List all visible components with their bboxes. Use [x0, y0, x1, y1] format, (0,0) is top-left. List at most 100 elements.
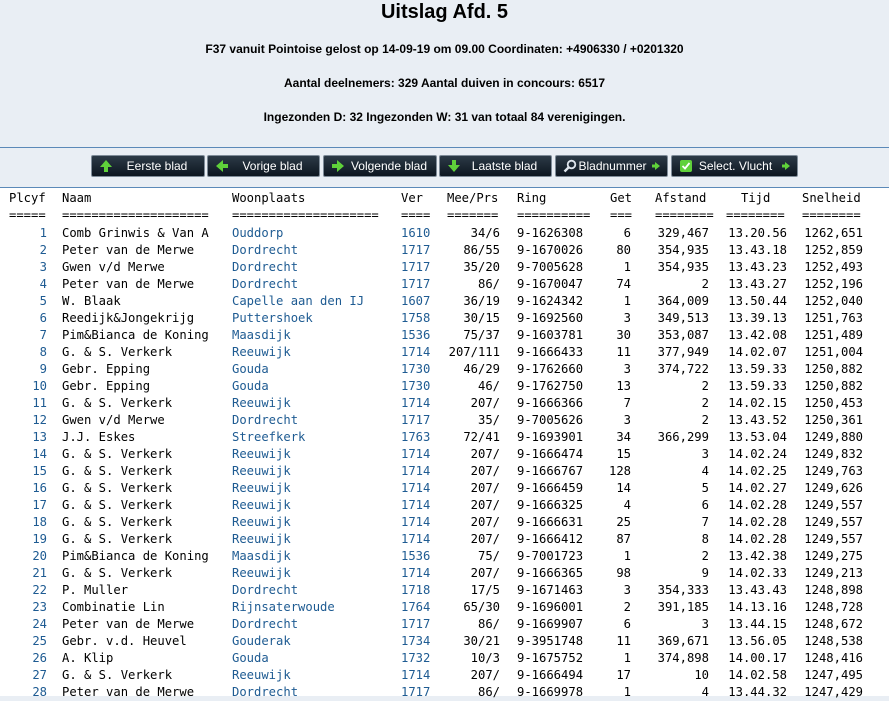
- cell-ver[interactable]: 1717: [401, 684, 435, 701]
- cell-ver[interactable]: 1764: [401, 599, 435, 616]
- cell-woonplaats[interactable]: Dordrecht: [232, 684, 397, 701]
- cell-plcyf[interactable]: 7: [0, 327, 47, 344]
- cell-ver[interactable]: 1717: [401, 616, 435, 633]
- cell-plcyf[interactable]: 15: [0, 463, 47, 480]
- cell-woonplaats[interactable]: Puttershoek: [232, 310, 397, 327]
- cell-plcyf[interactable]: 18: [0, 514, 47, 531]
- cell-get: 3: [623, 362, 631, 376]
- cell-woonplaats[interactable]: Maasdijk: [232, 327, 397, 344]
- cell-ver[interactable]: 1717: [401, 412, 435, 429]
- select-flight-button[interactable]: Select. Vlucht: [671, 155, 798, 177]
- cell-woonplaats[interactable]: Dordrecht: [232, 276, 397, 293]
- page-number-button[interactable]: Bladnummer: [555, 155, 668, 177]
- cell-ver[interactable]: 1717: [401, 242, 435, 259]
- cell-plcyf[interactable]: 1: [0, 225, 47, 242]
- cell-plcyf[interactable]: 4: [0, 276, 47, 293]
- last-page-button[interactable]: Laatste blad: [439, 155, 552, 177]
- cell-ver[interactable]: 1734: [401, 633, 435, 650]
- cell-plcyf[interactable]: 14: [0, 446, 47, 463]
- cell-woonplaats[interactable]: Maasdijk: [232, 548, 397, 565]
- cell-ver[interactable]: 1714: [401, 395, 435, 412]
- cell-woonplaats[interactable]: Dordrecht: [232, 242, 397, 259]
- cell-plcyf[interactable]: 8: [0, 344, 47, 361]
- cell-woonplaats[interactable]: Reeuwijk: [232, 531, 397, 548]
- col-get: Get: [610, 191, 633, 205]
- cell-plcyf[interactable]: 3: [0, 259, 47, 276]
- cell-ver[interactable]: 1536: [401, 548, 435, 565]
- cell-ring: 9-1666767: [517, 464, 584, 478]
- cell-ver[interactable]: 1536: [401, 327, 435, 344]
- cell-ver[interactable]: 1717: [401, 259, 435, 276]
- cell-woonplaats[interactable]: Reeuwijk: [232, 344, 397, 361]
- cell-ver[interactable]: 1714: [401, 531, 435, 548]
- cell-plcyf[interactable]: 6: [0, 310, 47, 327]
- cell-plcyf[interactable]: 24: [0, 616, 47, 633]
- cell-plcyf[interactable]: 20: [0, 548, 47, 565]
- cell-woonplaats[interactable]: Reeuwijk: [232, 514, 397, 531]
- cell-ver[interactable]: 1718: [401, 582, 435, 599]
- cell-ver[interactable]: 1717: [401, 276, 435, 293]
- cell-woonplaats[interactable]: Reeuwijk: [232, 667, 397, 684]
- cell-ver[interactable]: 1607: [401, 293, 435, 310]
- table-row: 17 G. & S. Verkerk Reeuwijk 1714 207/9-16663…: [0, 497, 889, 514]
- cell-woonplaats[interactable]: Ouddorp: [232, 225, 397, 242]
- cell-ver[interactable]: 1730: [401, 361, 435, 378]
- cell-plcyf[interactable]: 2: [0, 242, 47, 259]
- cell-plcyf[interactable]: 16: [0, 480, 47, 497]
- cell-woonplaats[interactable]: Gouda: [232, 361, 397, 378]
- cell-ver[interactable]: 1714: [401, 463, 435, 480]
- cell-woonplaats[interactable]: Dordrecht: [232, 616, 397, 633]
- cell-ver[interactable]: 1732: [401, 650, 435, 667]
- cell-ver[interactable]: 1730: [401, 378, 435, 395]
- cell-woonplaats[interactable]: Reeuwijk: [232, 463, 397, 480]
- cell-afstand: 6: [701, 498, 709, 512]
- first-page-button[interactable]: Eerste blad: [91, 155, 205, 177]
- cell-woonplaats[interactable]: Reeuwijk: [232, 480, 397, 497]
- cell-plcyf[interactable]: 28: [0, 684, 47, 701]
- cell-ver[interactable]: 1714: [401, 565, 435, 582]
- cell-plcyf[interactable]: 23: [0, 599, 47, 616]
- previous-page-button[interactable]: Vorige blad: [207, 155, 320, 177]
- cell-woonplaats[interactable]: Dordrecht: [232, 412, 397, 429]
- cell-woonplaats[interactable]: Reeuwijk: [232, 395, 397, 412]
- cell-woonplaats[interactable]: Reeuwijk: [232, 497, 397, 514]
- cell-woonplaats[interactable]: Gouderak: [232, 633, 397, 650]
- cell-ver[interactable]: 1714: [401, 514, 435, 531]
- cell-plcyf[interactable]: 9: [0, 361, 47, 378]
- cell-woonplaats[interactable]: Dordrecht: [232, 582, 397, 599]
- cell-ver[interactable]: 1714: [401, 344, 435, 361]
- next-page-label: Volgende blad: [350, 159, 428, 173]
- cell-plcyf[interactable]: 19: [0, 531, 47, 548]
- cell-plcyf[interactable]: 27: [0, 667, 47, 684]
- participants-info: Aantal deelnemers: 329 Aantal duiven in …: [284, 76, 605, 90]
- cell-plcyf[interactable]: 25: [0, 633, 47, 650]
- cell-plcyf[interactable]: 22: [0, 582, 47, 599]
- cell-woonplaats[interactable]: Reeuwijk: [232, 446, 397, 463]
- cell-afstand: 377,949: [657, 345, 709, 359]
- cell-woonplaats[interactable]: Reeuwijk: [232, 565, 397, 582]
- cell-plcyf[interactable]: 17: [0, 497, 47, 514]
- cell-ring: 9-1670026: [517, 243, 584, 257]
- cell-plcyf[interactable]: 11: [0, 395, 47, 412]
- cell-woonplaats[interactable]: Gouda: [232, 650, 397, 667]
- cell-ver[interactable]: 1714: [401, 497, 435, 514]
- cell-plcyf[interactable]: 10: [0, 378, 47, 395]
- cell-plcyf[interactable]: 5: [0, 293, 47, 310]
- cell-plcyf[interactable]: 26: [0, 650, 47, 667]
- cell-woonplaats[interactable]: Capelle aan den IJ: [232, 293, 397, 310]
- cell-plcyf[interactable]: 21: [0, 565, 47, 582]
- cell-woonplaats[interactable]: Rijnsaterwoude: [232, 599, 397, 616]
- cell-ver[interactable]: 1714: [401, 480, 435, 497]
- cell-woonplaats[interactable]: Gouda: [232, 378, 397, 395]
- cell-ver[interactable]: 1714: [401, 446, 435, 463]
- cell-plcyf[interactable]: 13: [0, 429, 47, 446]
- cell-snelheid: 1249,626: [804, 481, 863, 495]
- cell-ver[interactable]: 1610: [401, 225, 435, 242]
- cell-ver[interactable]: 1714: [401, 667, 435, 684]
- cell-ver[interactable]: 1758: [401, 310, 435, 327]
- cell-plcyf[interactable]: 12: [0, 412, 47, 429]
- cell-woonplaats[interactable]: Dordrecht: [232, 259, 397, 276]
- next-page-button[interactable]: Volgende blad: [323, 155, 437, 177]
- cell-woonplaats[interactable]: Streefkerk: [232, 429, 397, 446]
- cell-ver[interactable]: 1763: [401, 429, 435, 446]
